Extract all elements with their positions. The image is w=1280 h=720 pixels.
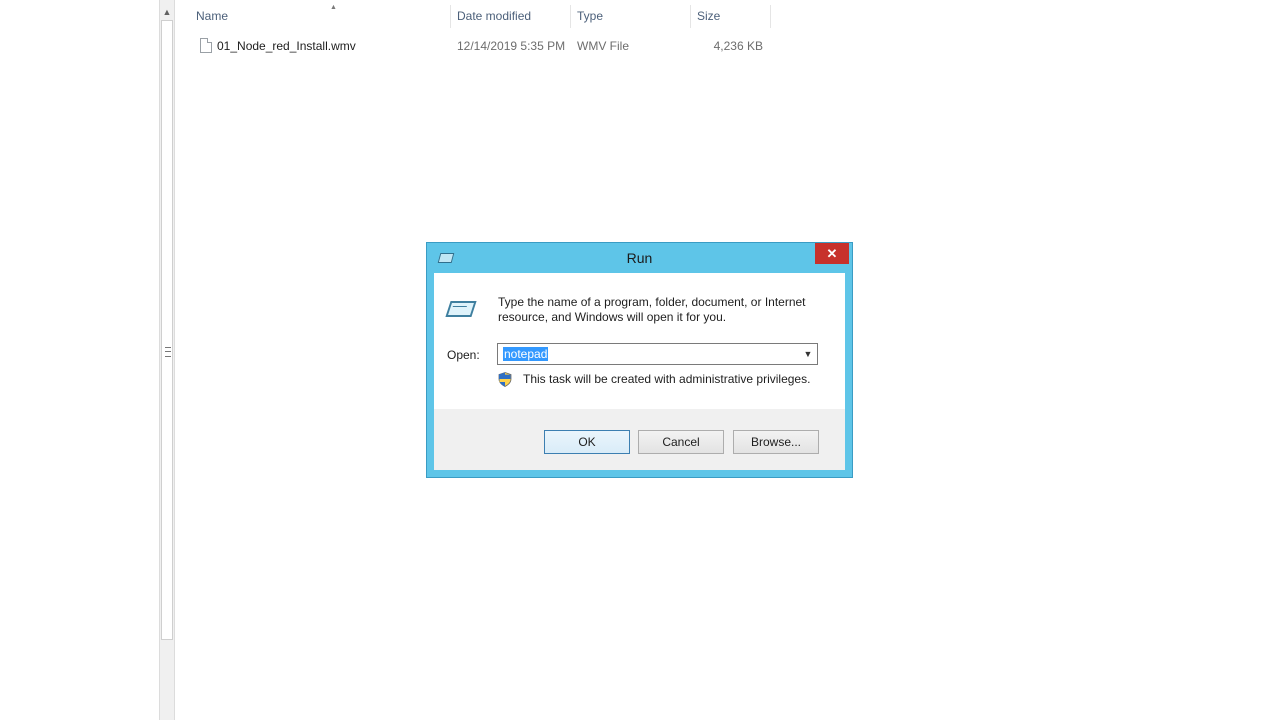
column-header-type-label: Type (577, 9, 604, 23)
file-type: WMV File (577, 39, 629, 53)
run-description: Type the name of a program, folder, docu… (498, 295, 806, 324)
run-program-icon (445, 301, 477, 317)
open-input-value[interactable]: notepad (503, 347, 549, 361)
file-size: 4,236 KB (713, 39, 763, 53)
close-button[interactable]: ✕ (815, 243, 849, 264)
column-header-size-label: Size (697, 9, 721, 23)
column-header-date-label: Date modified (457, 9, 532, 23)
open-label: Open: (447, 348, 480, 362)
column-header-type[interactable]: Type (571, 5, 691, 28)
open-combobox[interactable]: notepad ▼ (497, 343, 818, 365)
file-name: 01_Node_red_Install.wmv (217, 39, 356, 53)
column-header-date-modified[interactable]: Date modified (451, 5, 571, 28)
column-header-name[interactable]: ▲ Name (190, 4, 451, 28)
ok-button[interactable]: OK (544, 430, 630, 454)
vertical-scrollbar[interactable]: ▲ (159, 0, 175, 720)
file-icon (200, 38, 212, 53)
column-header-size[interactable]: Size (691, 5, 771, 28)
column-headers: ▲ Name Date modified Type Size (176, 4, 771, 28)
sort-ascending-icon: ▲ (330, 4, 337, 11)
admin-privileges-note: This task will be created with administr… (523, 372, 811, 386)
close-icon: ✕ (826, 246, 838, 261)
browse-button[interactable]: Browse... (733, 430, 819, 454)
scroll-up-icon[interactable]: ▲ (160, 4, 174, 20)
file-date-modified: 12/14/2019 5:35 PM (457, 39, 566, 53)
button-bar: OK Cancel Browse... (434, 409, 845, 470)
run-dialog-titlebar[interactable]: Run ✕ (427, 243, 852, 273)
run-dialog-body: Type the name of a program, folder, docu… (434, 273, 845, 470)
cancel-button[interactable]: Cancel (638, 430, 724, 454)
scrollbar-thumb[interactable] (161, 20, 173, 640)
column-header-name-label: Name (196, 9, 229, 23)
scrollbar-grip-icon (165, 347, 171, 357)
file-list-item[interactable]: 01_Node_red_Install.wmv 12/14/2019 5:35 … (176, 36, 771, 56)
run-dialog: Run ✕ Type the name of a program, folder… (426, 242, 853, 478)
uac-shield-icon (498, 372, 512, 387)
dialog-title: Run (626, 250, 653, 266)
chevron-down-icon[interactable]: ▼ (802, 346, 814, 362)
